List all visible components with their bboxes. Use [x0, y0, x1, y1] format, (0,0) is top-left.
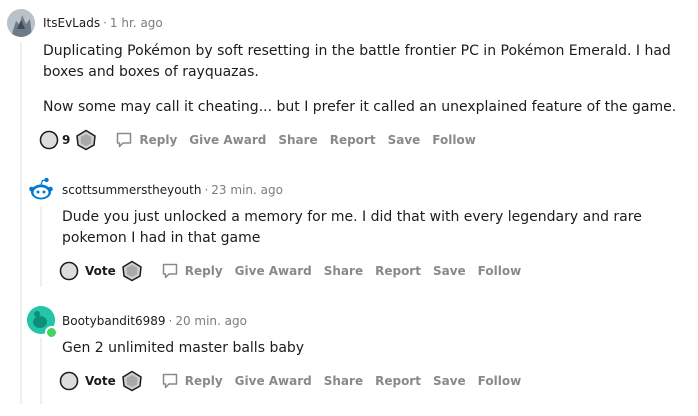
- give-award-button[interactable]: Give Award: [235, 374, 312, 388]
- comment-paragraph: Duplicating Pokémon by soft resetting in…: [43, 43, 671, 80]
- comment-paragraph: Now some may call it cheating... but I p…: [43, 99, 677, 115]
- comment-meta: Bootybandit6989 · 20 min. ago: [62, 313, 247, 329]
- comment-paragraph: Gen 2 unlimited master balls baby: [62, 340, 305, 356]
- comment-actions: Vote Reply Give Award Share Report Save …: [59, 370, 521, 392]
- give-award-button[interactable]: Give Award: [235, 264, 312, 278]
- upvote-icon[interactable]: [59, 371, 79, 391]
- thread-line[interactable]: [40, 207, 42, 287]
- separator-dot: ·: [168, 314, 173, 328]
- avatar[interactable]: [7, 9, 35, 37]
- separator-dot: ·: [103, 16, 107, 30]
- avatar[interactable]: [27, 175, 55, 203]
- comment-body: Dude you just unlocked a memory for me. …: [62, 207, 687, 249]
- reply-label: Reply: [139, 133, 178, 147]
- timestamp[interactable]: 20 min. ago: [175, 314, 247, 328]
- comment-thread: ItsEvLads · 1 hr. ago Duplicating Pokémon …: [0, 0, 698, 416]
- separator-dot: ·: [204, 183, 209, 197]
- save-button[interactable]: Save: [388, 133, 421, 147]
- downvote-icon[interactable]: [121, 370, 143, 392]
- comment-actions: 9 Reply Give Award Share Report Save Fol…: [39, 129, 476, 151]
- comment-bubble-icon: [162, 373, 177, 389]
- comment-bubble-icon: [117, 132, 132, 148]
- share-button[interactable]: Share: [324, 374, 363, 388]
- save-button[interactable]: Save: [433, 374, 466, 388]
- comment-meta: ItsEvLads · 1 hr. ago: [43, 15, 163, 31]
- snoo-avatar-icon: [27, 175, 55, 203]
- report-button[interactable]: Report: [330, 133, 376, 147]
- save-button[interactable]: Save: [433, 264, 466, 278]
- follow-button[interactable]: Follow: [432, 133, 476, 147]
- share-button[interactable]: Share: [324, 264, 363, 278]
- reply-label: Reply: [184, 374, 223, 388]
- follow-button[interactable]: Follow: [478, 374, 522, 388]
- comment-body: Gen 2 unlimited master balls baby: [62, 338, 687, 359]
- comment-paragraph: Dude you just unlocked a memory for me. …: [62, 209, 642, 246]
- vote-label: Vote: [85, 374, 116, 388]
- reply-button[interactable]: Reply: [161, 372, 223, 390]
- thread-line[interactable]: [40, 338, 42, 404]
- comment-bubble-icon: [162, 263, 177, 279]
- share-button[interactable]: Share: [278, 133, 317, 147]
- username[interactable]: Bootybandit6989: [62, 314, 166, 328]
- report-button[interactable]: Report: [375, 264, 421, 278]
- downvote-icon[interactable]: [75, 129, 97, 151]
- vote-label: Vote: [85, 264, 116, 278]
- comment-body: Duplicating Pokémon by soft resetting in…: [43, 41, 683, 118]
- username[interactable]: scottsummerstheyouth: [62, 183, 201, 197]
- comment-meta: scottsummerstheyouth · 23 min. ago: [62, 182, 283, 198]
- avatar-image: [7, 9, 35, 37]
- username[interactable]: ItsEvLads: [43, 16, 100, 30]
- give-award-button[interactable]: Give Award: [189, 133, 266, 147]
- online-status-icon: [45, 326, 58, 339]
- reply-button[interactable]: Reply: [161, 262, 223, 280]
- reply-button[interactable]: Reply: [115, 131, 177, 149]
- timestamp[interactable]: 1 hr. ago: [110, 16, 163, 30]
- timestamp[interactable]: 23 min. ago: [211, 183, 283, 197]
- thread-line[interactable]: [20, 42, 22, 404]
- downvote-icon[interactable]: [121, 260, 143, 282]
- upvote-icon[interactable]: [39, 130, 59, 150]
- follow-button[interactable]: Follow: [478, 264, 522, 278]
- vote-count: 9: [62, 133, 71, 147]
- upvote-icon[interactable]: [59, 261, 79, 281]
- reply-label: Reply: [184, 264, 223, 278]
- comment-actions: Vote Reply Give Award Share Report Save …: [59, 260, 521, 282]
- report-button[interactable]: Report: [375, 374, 421, 388]
